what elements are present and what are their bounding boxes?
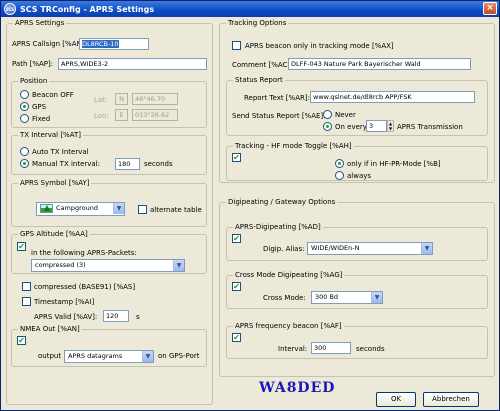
status-report-title: Status Report bbox=[233, 76, 285, 84]
cross-mode-title: Cross Mode Digipeating [%AG] bbox=[233, 271, 345, 279]
tracking-options-title: Tracking Options bbox=[226, 19, 289, 27]
always-radio[interactable] bbox=[335, 171, 344, 180]
lon-dir-field: E bbox=[115, 109, 128, 121]
gps-altitude-checkbox[interactable]: ✔ bbox=[17, 242, 26, 251]
callsign-label: APRS Callsign [%AM]: bbox=[12, 40, 88, 48]
callsign-input[interactable]: DL8RCB-10 bbox=[79, 38, 149, 50]
chevron-down-icon: ▼ bbox=[142, 351, 153, 362]
digi-alias-label: Digip. Alias: bbox=[263, 245, 305, 253]
fixed-radio[interactable] bbox=[20, 114, 29, 123]
lat-dir-field: N bbox=[115, 93, 128, 105]
window-title: SCS TRConfig - APRS Settings bbox=[20, 4, 155, 14]
freq-beacon-group: APRS frequency beacon [%AF] bbox=[226, 322, 488, 359]
beacon-tracking-checkbox[interactable] bbox=[232, 41, 241, 50]
lat-field: 48°46.70 bbox=[132, 93, 178, 105]
gps-radio[interactable] bbox=[20, 102, 29, 111]
comment-input[interactable]: DLFF-043 Nature Park Bayerischer Wald bbox=[288, 58, 471, 70]
path-label: Path [%AP]: bbox=[12, 60, 54, 68]
cross-mode-select[interactable]: 300 Bd ▼ bbox=[311, 291, 383, 304]
aprs-digipeating-checkbox[interactable]: ✔ bbox=[232, 234, 241, 243]
freq-beacon-checkbox[interactable]: ✔ bbox=[232, 333, 241, 342]
on-every-input[interactable]: 3 bbox=[366, 120, 387, 132]
aprs-settings-window: SCS SCS TRConfig - APRS Settings × APRS … bbox=[0, 0, 500, 411]
on-every-label: On every bbox=[335, 123, 367, 131]
interval-unit: seconds bbox=[356, 345, 385, 353]
fixed-label: Fixed bbox=[32, 115, 51, 123]
lon-label: Lon: bbox=[94, 112, 109, 120]
aprs-valid-label: APRS Valid [%AV]: bbox=[34, 313, 98, 321]
nmea-output-suffix: on GPS-Port bbox=[158, 352, 200, 360]
nmea-out-title: NMEA Out [%AN] bbox=[18, 325, 82, 333]
cross-mode-label: Cross Mode: bbox=[263, 294, 306, 302]
digi-alias-select[interactable]: WIDE/WIDEn-N ▼ bbox=[307, 242, 433, 255]
in-packets-label: in the following APRS-Packets: bbox=[31, 249, 137, 257]
only-hf-pr-radio[interactable] bbox=[335, 159, 344, 168]
symbol-select[interactable]: Campground ▼ bbox=[36, 202, 125, 216]
aprs-digipeating-title: APRS-Digipeating [%AD] bbox=[233, 223, 323, 231]
app-icon: SCS bbox=[4, 3, 16, 15]
gps-altitude-title: GPS Altitude [%AA] bbox=[18, 230, 90, 238]
only-hf-pr-label: only if in HF-PR-Mode [%B] bbox=[347, 160, 441, 168]
path-input[interactable]: APRS,WIDE3-2 bbox=[58, 58, 207, 70]
on-every-spinner[interactable]: ▲ ▼ bbox=[387, 120, 394, 132]
digipeating-title: Digipeating / Gateway Options bbox=[226, 198, 338, 206]
timestamp-checkbox[interactable] bbox=[22, 297, 31, 306]
campground-icon bbox=[40, 203, 53, 213]
tx-interval-input[interactable]: 180 bbox=[115, 158, 140, 170]
cancel-button[interactable]: Abbrechen bbox=[423, 392, 479, 407]
beacon-off-radio[interactable] bbox=[20, 90, 29, 99]
aprs-symbol-title: APRS Symbol [%AY] bbox=[18, 179, 92, 187]
nmea-out-checkbox[interactable]: ✔ bbox=[17, 336, 26, 345]
beacon-off-label: Beacon OFF bbox=[32, 91, 74, 99]
station-callsign: WA8DED bbox=[259, 380, 336, 396]
altitude-packets-select[interactable]: compressed (3) ▼ bbox=[31, 259, 185, 272]
close-button[interactable]: × bbox=[483, 2, 497, 15]
every-suffix-label: APRS Transmission bbox=[397, 123, 463, 131]
manual-tx-radio[interactable] bbox=[20, 159, 29, 168]
tx-interval-unit: seconds bbox=[144, 160, 173, 168]
interval-label: Interval: bbox=[278, 345, 308, 353]
tx-interval-title: TX Interval [%AT] bbox=[18, 131, 83, 139]
compressed-checkbox[interactable] bbox=[22, 282, 31, 291]
report-text-input[interactable]: www.qslnet.de/dl8rcb APP/FSK bbox=[310, 91, 475, 103]
ok-button[interactable]: OK bbox=[376, 392, 416, 407]
chevron-down-icon: ▼ bbox=[173, 260, 184, 271]
on-every-radio[interactable] bbox=[323, 122, 332, 131]
auto-tx-label: Auto TX Interval bbox=[32, 148, 89, 156]
chevron-down-icon: ▼ bbox=[421, 243, 432, 254]
beacon-tracking-label: APRS beacon only in tracking mode [%AX] bbox=[245, 42, 394, 50]
hf-toggle-checkbox[interactable]: ✔ bbox=[232, 153, 241, 162]
lon-field: 013°26.62 bbox=[132, 109, 178, 121]
aprs-valid-unit: s bbox=[136, 313, 140, 321]
always-label: always bbox=[347, 172, 372, 180]
never-label: Never bbox=[335, 111, 356, 119]
never-radio[interactable] bbox=[323, 110, 332, 119]
position-title: Position bbox=[18, 77, 50, 85]
title-bar[interactable]: SCS SCS TRConfig - APRS Settings × bbox=[1, 1, 499, 17]
interval-input[interactable]: 300 bbox=[311, 342, 351, 354]
alternate-table-checkbox[interactable] bbox=[138, 205, 147, 214]
gps-label: GPS bbox=[32, 103, 47, 111]
comment-label: Comment [%AC]: bbox=[232, 61, 293, 69]
manual-tx-label: Manual TX interval: bbox=[32, 160, 101, 168]
nmea-output-label: output bbox=[38, 352, 62, 360]
report-text-label: Report Text [%AR]: bbox=[244, 94, 310, 102]
lat-label: Lat: bbox=[94, 96, 108, 104]
aprs-valid-input[interactable]: 120 bbox=[103, 310, 129, 322]
chevron-down-icon: ▼ bbox=[113, 203, 124, 214]
chevron-down-icon: ▼ bbox=[371, 292, 382, 303]
cross-mode-checkbox[interactable]: ✔ bbox=[232, 282, 241, 291]
aprs-settings-title: APRS Settings bbox=[13, 19, 67, 27]
compressed-label: compressed (BASE91) [%AS] bbox=[34, 283, 136, 291]
auto-tx-radio[interactable] bbox=[20, 147, 29, 156]
alternate-table-label: alternate table bbox=[150, 206, 202, 214]
freq-beacon-title: APRS frequency beacon [%AF] bbox=[233, 322, 344, 330]
send-status-label: Send Status Report [%AE]: bbox=[232, 112, 326, 120]
nmea-output-select[interactable]: APRS datagrams ▼ bbox=[64, 350, 154, 363]
hf-toggle-title: Tracking - HF mode Toggle [%AH] bbox=[233, 142, 354, 150]
timestamp-label: Timestamp [%AI] bbox=[34, 298, 95, 306]
